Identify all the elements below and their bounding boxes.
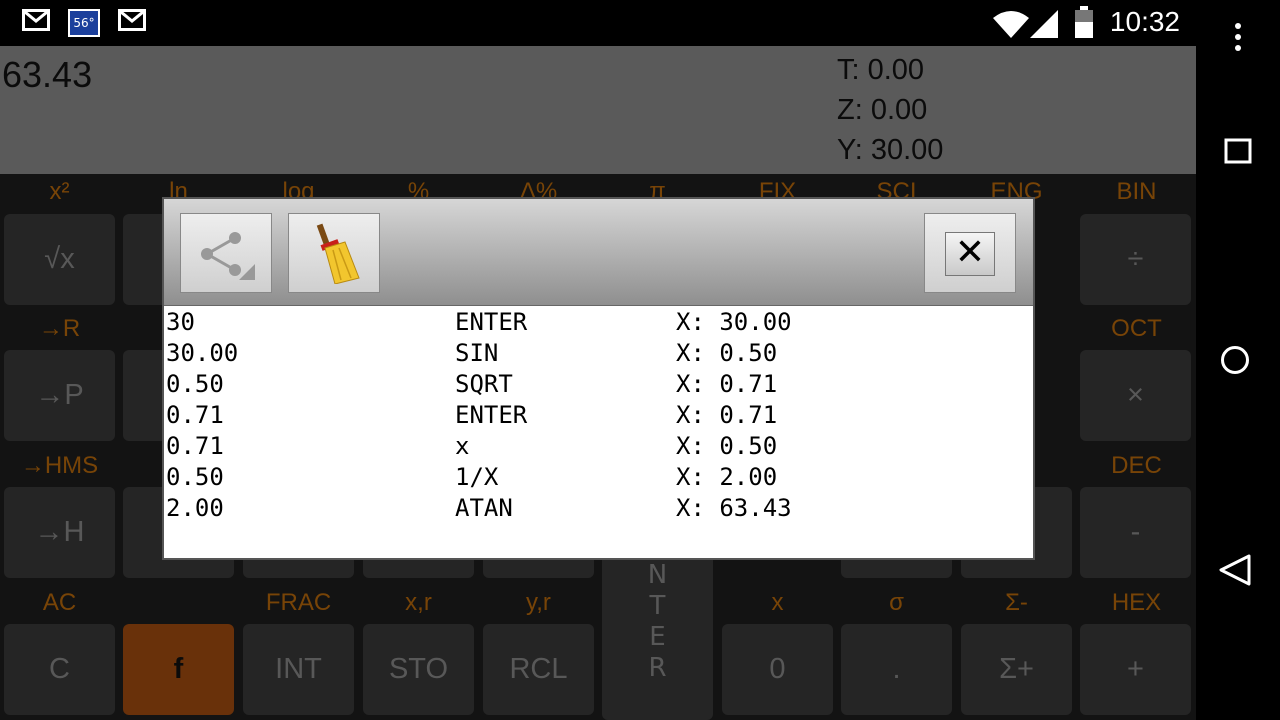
share-button[interactable]: [180, 213, 272, 293]
history-op: SIN: [455, 339, 499, 367]
clear-history-button[interactable]: [288, 213, 380, 293]
history-input: 0.50: [166, 463, 224, 491]
close-icon: ✕: [945, 232, 995, 276]
wifi-icon: [993, 11, 1029, 38]
battery-icon: [1075, 6, 1093, 38]
history-result: X: 63.43: [676, 494, 792, 522]
history-op: x: [455, 432, 470, 460]
history-result: X: 0.71: [676, 370, 778, 398]
history-result: X: 30.00: [676, 308, 792, 336]
history-row: 0.71 ENTER X: 0.71: [164, 400, 1033, 431]
history-input: 0.50: [166, 370, 224, 398]
gmail-icon: [118, 9, 146, 31]
signal-icon: [1030, 10, 1058, 38]
history-log: 30 ENTER X: 30.00 30.00 SIN X: 0.50 0.50…: [164, 307, 1033, 524]
weather-icon: 56°: [68, 9, 100, 37]
history-dialog: ✕ 30 ENTER X: 30.00 30.00 SIN X: 0.50 0.…: [162, 197, 1035, 560]
overflow-menu-icon[interactable]: [1234, 22, 1242, 52]
history-row: 2.00 ATAN X: 63.43: [164, 493, 1033, 524]
history-row: 30 ENTER X: 30.00: [164, 307, 1033, 338]
history-op: SQRT: [455, 370, 513, 398]
status-bar: 56° 10:32: [0, 0, 1196, 46]
history-row: 0.50 SQRT X: 0.71: [164, 369, 1033, 400]
history-result: X: 0.50: [676, 432, 778, 460]
navigation-bar: [1196, 0, 1280, 720]
history-op: 1/X: [455, 463, 499, 491]
home-icon[interactable]: [1220, 345, 1250, 375]
history-result: X: 0.50: [676, 339, 778, 367]
back-icon[interactable]: [1218, 553, 1252, 587]
history-row: 0.71 x X: 0.50: [164, 431, 1033, 462]
broom-icon: [316, 223, 360, 284]
history-result: X: 0.71: [676, 401, 778, 429]
history-op: ATAN: [455, 494, 513, 522]
history-input: 0.71: [166, 401, 224, 429]
history-input: 30.00: [166, 339, 239, 367]
history-row: 30.00 SIN X: 0.50: [164, 338, 1033, 369]
gmail-icon: [22, 9, 50, 31]
history-result: X: 2.00: [676, 463, 778, 491]
history-input: 0.71: [166, 432, 224, 460]
share-icon: [201, 232, 255, 280]
history-row: 0.50 1/X X: 2.00: [164, 462, 1033, 493]
history-input: 30: [166, 308, 195, 336]
history-op: ENTER: [455, 308, 528, 336]
clock: 10:32: [1109, 6, 1180, 37]
history-input: 2.00: [166, 494, 224, 522]
dialog-toolbar: ✕: [164, 199, 1033, 306]
close-dialog-button[interactable]: ✕: [924, 213, 1016, 293]
history-op: ENTER: [455, 401, 528, 429]
recents-icon[interactable]: [1224, 138, 1252, 164]
